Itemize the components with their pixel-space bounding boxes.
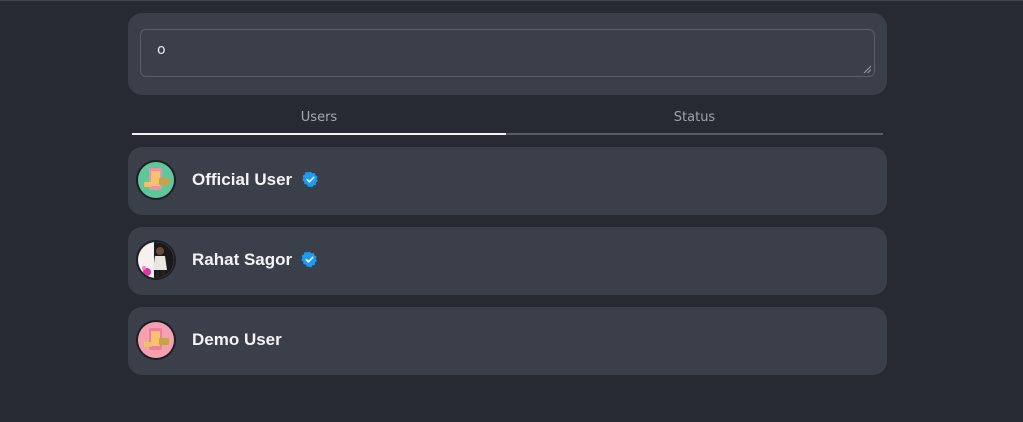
tab-users[interactable]: Users [132,106,506,135]
search-textarea[interactable]: o [140,29,875,77]
avatar [136,320,176,360]
cartoon-phone-avatar-icon [138,322,174,358]
avatar [136,240,176,280]
user-item-rahat-sagor[interactable]: Rahat Sagor [128,227,887,295]
user-name: Demo User [192,330,282,349]
search-card: o [128,13,887,95]
user-item-official-user[interactable]: Official User [128,147,887,215]
user-name: Rahat Sagor [192,250,293,269]
verified-badge-icon [302,171,318,188]
tab-bar: Users Status [132,106,883,135]
tab-status[interactable]: Status [506,106,883,135]
user-item-demo-user[interactable]: Demo User [128,307,887,375]
tab-users-label: Users [300,110,338,125]
search-value: o [157,42,166,58]
person-photo-avatar-icon [138,242,174,278]
verified-badge-icon [301,251,317,268]
top-divider [0,0,1023,1]
tab-status-label: Status [673,110,716,125]
cartoon-phone-avatar-icon [138,162,174,198]
avatar [136,160,176,200]
user-name: Official User [192,170,293,189]
resize-grip-icon[interactable] [863,65,871,73]
